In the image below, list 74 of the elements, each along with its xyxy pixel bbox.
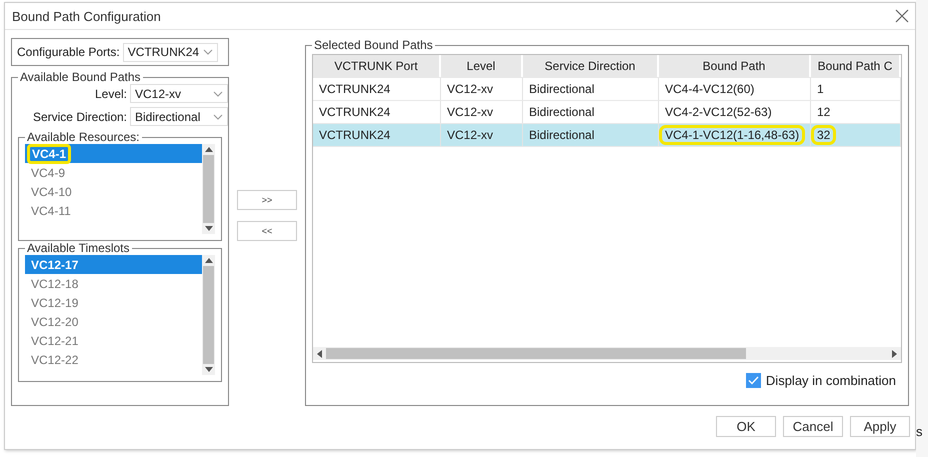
item-label: VC12-21 (30, 332, 80, 350)
table-cell-text: VC12-xv (446, 128, 494, 142)
list-item[interactable]: VC4-1 (25, 144, 202, 163)
chevron-icon (202, 49, 213, 55)
table-cell-text: Bidirectional (528, 105, 596, 119)
group-title: Available Resources: (26, 130, 141, 144)
column-header[interactable]: Bound Path (659, 55, 811, 77)
dropdown-field[interactable]: Bidirectional (130, 107, 228, 126)
left-arrow-icon[interactable] (317, 350, 322, 358)
vertical-scrollbar[interactable] (202, 255, 215, 375)
list-item[interactable]: VC4-10 (25, 182, 202, 201)
chevron-icon (213, 114, 223, 120)
list-item[interactable]: VC12-17 (25, 255, 202, 274)
dialog-button[interactable]: OK (716, 416, 776, 437)
list-item[interactable]: VC4-9 (25, 163, 202, 182)
column-header[interactable]: VCTRUNK Port (313, 55, 441, 77)
item-label: VC12-19 (30, 294, 80, 312)
dialog-button[interactable]: Apply (850, 416, 910, 437)
table-cell-text: Bidirectional (528, 82, 596, 96)
list-item[interactable]: VC12-20 (25, 312, 202, 331)
ports-dropdown[interactable]: VCTRUNK24 (122, 42, 218, 62)
table-cell-text: 1 (816, 82, 825, 96)
item-label: VC4-1 (27, 144, 72, 164)
table-row[interactable]: VCTRUNK24 VC12-xv Bidirectional VC4-4-VC12(60) 1 (313, 78, 901, 101)
list-item[interactable]: VC12-19 (25, 293, 202, 312)
field-label: Service Direction: (32, 110, 127, 124)
item-label: VC4-11 (30, 202, 72, 220)
vertical-scrollbar[interactable] (202, 144, 215, 234)
move-button[interactable]: << (237, 221, 297, 241)
checkbox-label: Display in combination (766, 373, 896, 388)
field-label: Configurable Ports: (17, 45, 120, 59)
dropdown-field[interactable]: VC12-xv (130, 84, 228, 103)
table-cell-text: VCTRUNK24 (318, 82, 392, 96)
background-text: s (916, 424, 922, 439)
item-label: VC4-9 (30, 164, 66, 182)
table-cell-text: VCTRUNK24 (318, 105, 392, 119)
list-item[interactable]: VC4-11 (25, 201, 202, 220)
table-cell: 32 (814, 128, 834, 142)
table-cell-text: Bidirectional (528, 128, 596, 142)
table-row[interactable]: VCTRUNK24 VC12-xv Bidirectional VC4-1-VC12(1-16,48-63) 32 (313, 124, 901, 147)
item-label: VC12-22 (30, 352, 80, 368)
table-cell: VC4-1-VC12(1-16,48-63) (662, 128, 802, 142)
item-label: VC12-18 (30, 276, 80, 292)
group-title: Available Timeslots (26, 241, 130, 255)
column-header[interactable]: Level (441, 55, 523, 77)
dialog-button[interactable]: Cancel (783, 416, 843, 437)
up-arrow-icon[interactable] (204, 258, 212, 263)
list-item[interactable]: VC12-21 (25, 331, 202, 350)
table-cell-text: VC12-xv (446, 105, 494, 119)
move-button[interactable]: >> (237, 190, 297, 210)
list-item[interactable]: VC12-18 (25, 274, 202, 293)
table-cell-text: VC12-xv (446, 82, 494, 96)
window-title: Bound Path Configuration (12, 8, 161, 24)
table-cell-text: VC4-2-VC12(52-63) (664, 105, 773, 119)
down-arrow-icon[interactable] (204, 367, 212, 372)
group-title: Available Bound Paths (19, 70, 142, 84)
item-label: VC12-17 (30, 256, 80, 274)
list-item[interactable]: VC12-22 (25, 350, 202, 369)
horizontal-scrollbar[interactable] (313, 347, 901, 360)
column-header[interactable]: Service Direction (523, 55, 659, 77)
field-label: Level: (94, 86, 127, 100)
item-label: VC4-10 (30, 184, 73, 200)
up-arrow-icon[interactable] (204, 147, 212, 152)
right-arrow-icon[interactable] (892, 350, 897, 358)
down-arrow-icon[interactable] (204, 226, 212, 231)
table-cell-text: VCTRUNK24 (318, 128, 392, 142)
table-cell-text: 12 (816, 105, 832, 119)
table-cell-text: VC4-4-VC12(60) (664, 82, 756, 96)
chevron-icon (213, 90, 223, 96)
close-icon[interactable] (895, 9, 909, 23)
group-title: Selected Bound Paths (313, 38, 434, 52)
checkbox[interactable] (746, 373, 761, 388)
column-header[interactable]: Bound Path C (811, 55, 901, 77)
item-label: VC12-20 (30, 314, 80, 330)
